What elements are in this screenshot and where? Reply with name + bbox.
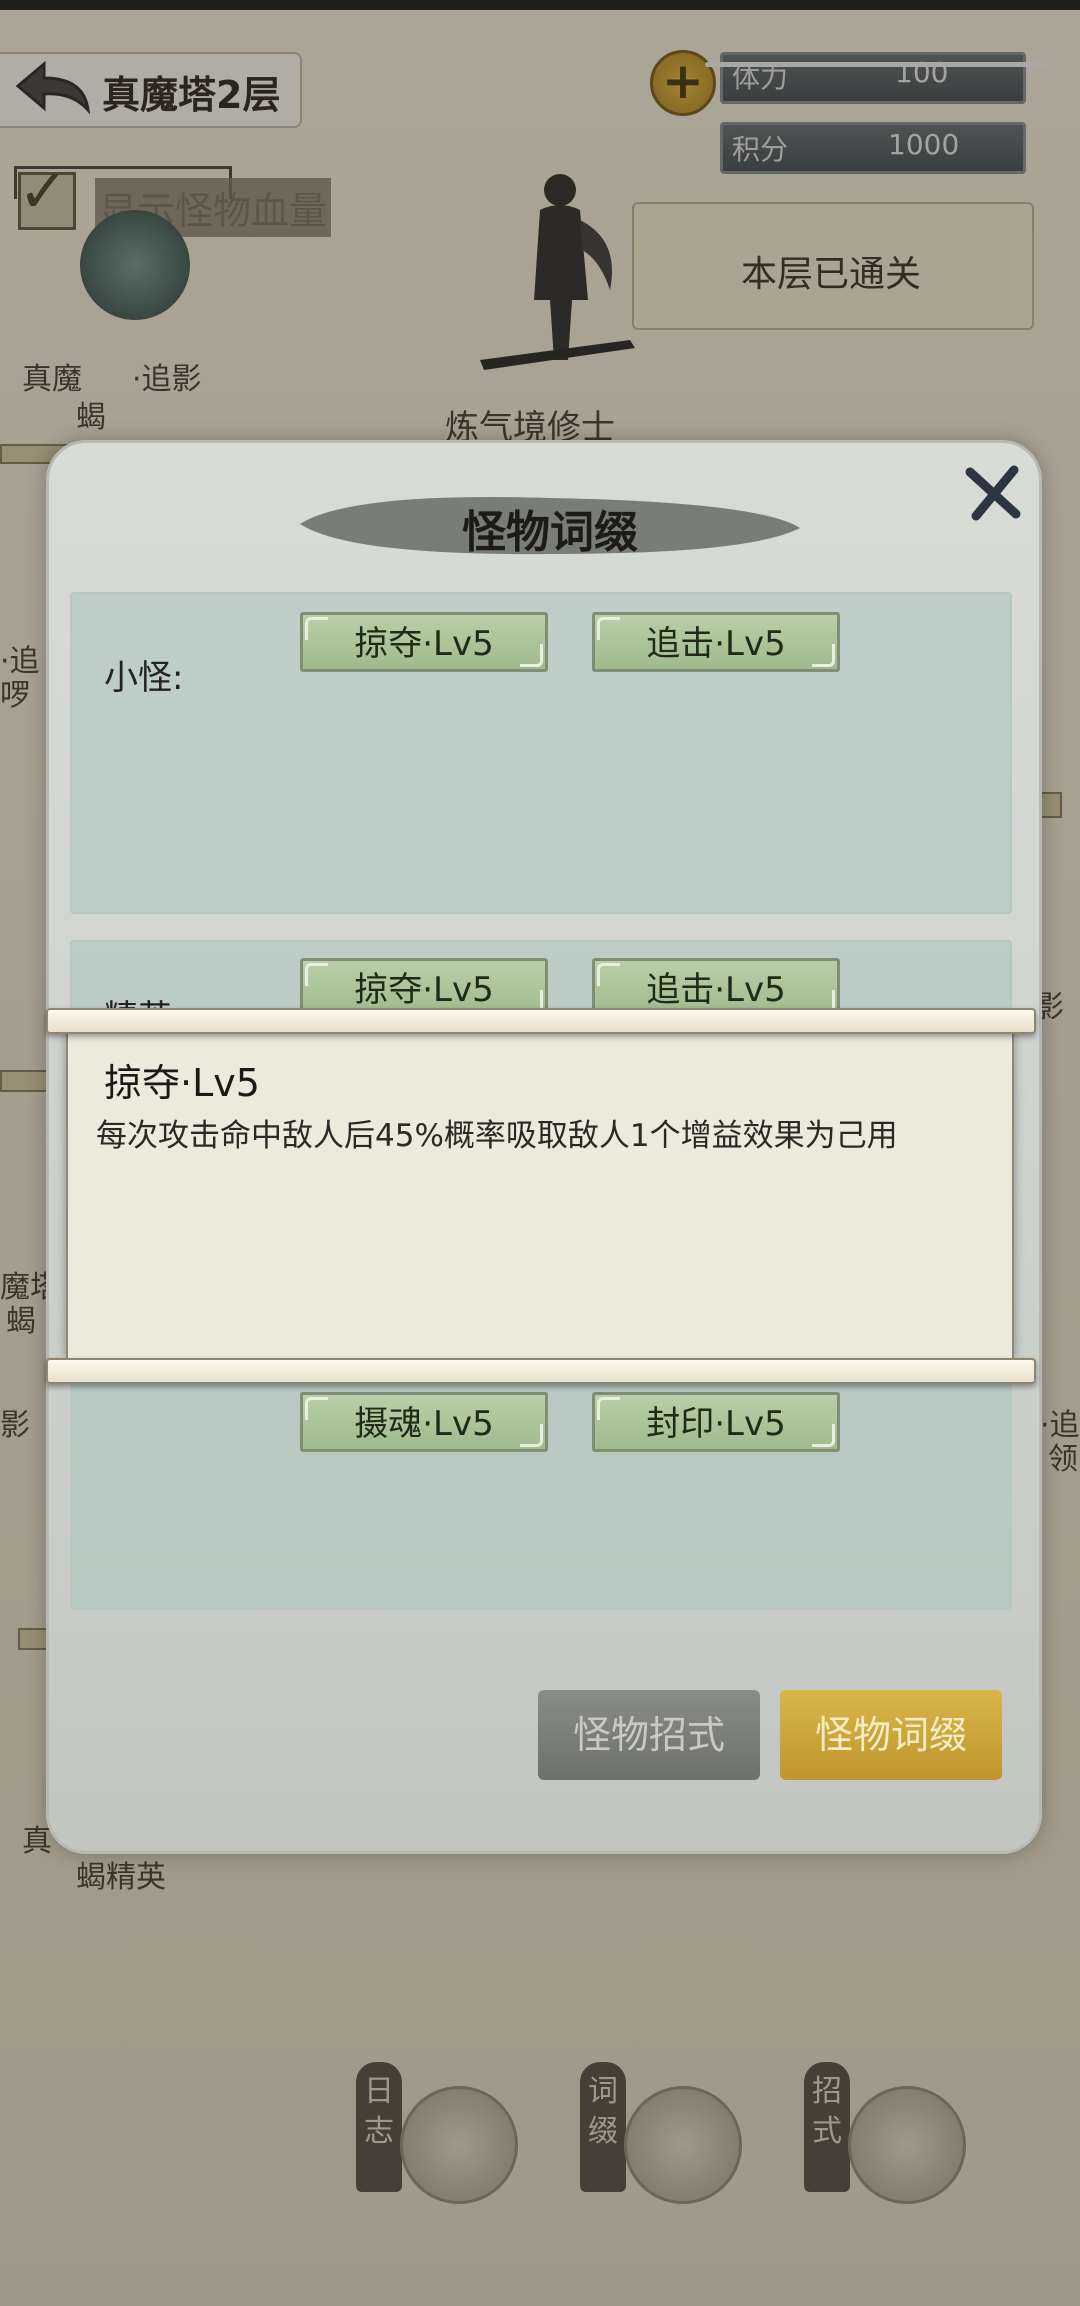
affix-tag[interactable]: 掠夺·Lv5 (300, 612, 548, 672)
monster-moves-button[interactable]: 怪物招式 (538, 1690, 760, 1780)
tooltip-description: 每次攻击命中敌人后45%概率吸取敌人1个增益效果为己用 (96, 1118, 898, 1154)
affix-tag[interactable]: 封印·Lv5 (592, 1392, 840, 1452)
dialog-title: 怪物词缀 (462, 507, 638, 558)
tooltip-title: 掠夺·Lv5 (104, 1061, 260, 1105)
section-label-minion: 小怪: (104, 658, 184, 698)
affix-tag[interactable]: 追击·Lv5 (592, 612, 840, 672)
affix-tag[interactable]: 摄魂·Lv5 (300, 1392, 548, 1452)
monster-affix-button[interactable]: 怪物词缀 (780, 1690, 1002, 1780)
scroll-rod-top (46, 1008, 1036, 1034)
scroll-rod-bottom (46, 1358, 1036, 1384)
close-icon[interactable] (962, 462, 1024, 524)
